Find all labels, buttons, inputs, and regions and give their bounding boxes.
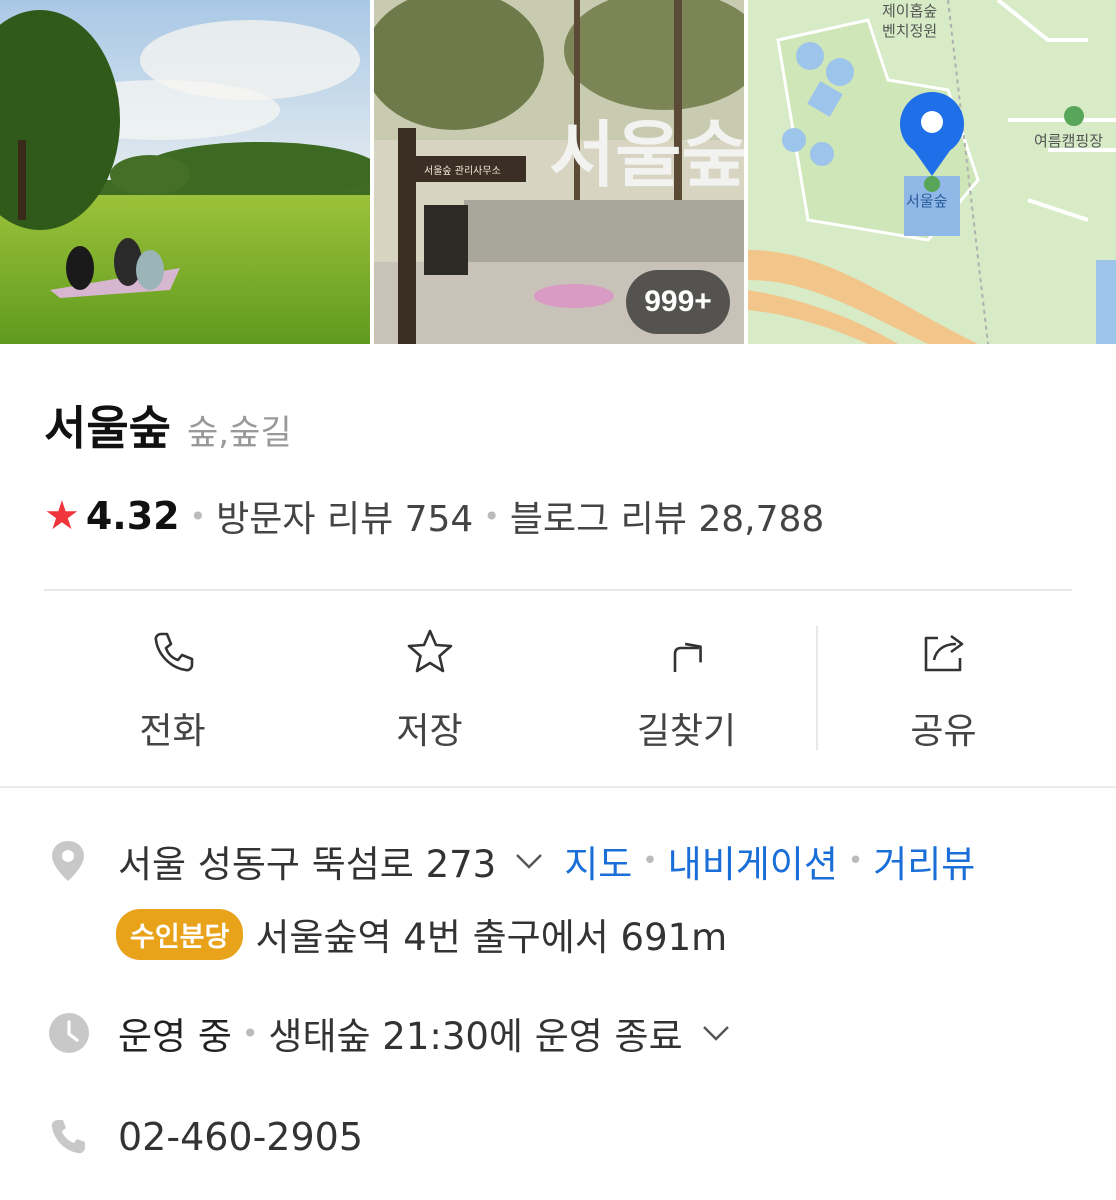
separator-dot: •: [189, 499, 207, 533]
rating-row: ★ 4.32 • 방문자 리뷰 754 • 블로그 리뷰 28,788: [44, 488, 824, 544]
subway-row: 수인분당 서울숲역 4번 출구에서 691m: [116, 904, 727, 964]
sign-text: 서울숲: [549, 113, 744, 197]
subway-distance: 서울숲역 4번 출구에서 691m: [255, 916, 728, 959]
rating-score: 4.32: [85, 494, 180, 538]
subway-line-badge: 수인분당: [116, 908, 244, 960]
mini-map[interactable]: 제이홉숲 벤치정원 여름캠핑장 서울숲: [748, 0, 1116, 344]
save-label: 저장: [396, 711, 463, 752]
map-label-top-2: 벤치정원: [882, 22, 937, 40]
place-category: 숲,숲길: [186, 413, 292, 453]
phone-number[interactable]: 02-460-2905: [118, 1115, 363, 1159]
divider: [0, 786, 1116, 788]
place-title-row: 서울숲 숲,숲길: [44, 392, 292, 462]
street-view-link[interactable]: 거리뷰: [873, 834, 975, 888]
chevron-down-icon[interactable]: [514, 852, 544, 870]
photo-park-lawn[interactable]: [0, 0, 370, 344]
place-name: 서울숲: [44, 401, 171, 455]
visitor-reviews-link[interactable]: 방문자 리뷰 754: [216, 490, 473, 542]
map-label-camping: 여름캠핑장: [1034, 132, 1103, 150]
star-outline-icon: [407, 629, 452, 673]
directions-button[interactable]: 길찾기: [558, 600, 815, 770]
photo-count-badge[interactable]: 999+: [626, 270, 730, 334]
chevron-down-icon[interactable]: [701, 1024, 731, 1042]
map-link[interactable]: 지도: [564, 834, 632, 888]
call-button[interactable]: 전화: [44, 600, 301, 770]
phone-icon: [51, 1120, 85, 1154]
star-icon: ★: [44, 493, 80, 539]
action-bar: 전화 저장 길찾기 공유: [44, 600, 1072, 770]
divider: [816, 626, 818, 750]
separator-dot: •: [483, 499, 500, 533]
save-button[interactable]: 저장: [301, 600, 558, 770]
divider: [44, 589, 1072, 591]
phone-icon: [154, 632, 193, 672]
separator-dot: •: [847, 846, 864, 876]
call-label: 전화: [139, 711, 206, 752]
hours-text: 생태숲 21:30에 운영 종료: [268, 1015, 683, 1058]
clock-icon: [49, 1013, 89, 1053]
share-button[interactable]: 공유: [815, 600, 1072, 770]
navigation-link[interactable]: 내비게이션: [668, 834, 838, 888]
hours-row[interactable]: 운영 중 • 생태숲 21:30에 운영 종료: [48, 1002, 751, 1064]
share-icon: [924, 634, 963, 672]
hours-status: 운영 중: [118, 1015, 232, 1058]
blog-reviews-link[interactable]: 블로그 리뷰 28,788: [510, 490, 824, 542]
photo-strip[interactable]: 서울숲 서울숲 관리사무소 999+ 제이홉숲 벤치정원 여름캠핑장 서울숲: [0, 0, 1116, 344]
map-label-top-1: 제이홉숲: [882, 2, 937, 20]
location-pin-icon: [52, 841, 84, 881]
address-text: 서울 성동구 뚝섬로 273: [118, 843, 497, 886]
directions-icon: [673, 642, 702, 672]
separator-dot: •: [241, 1016, 259, 1050]
signpost-text: 서울숲 관리사무소: [424, 165, 501, 177]
address-row: 서울 성동구 뚝섬로 273 지도 • 내비게이션 • 거리뷰: [48, 828, 975, 894]
separator-dot: •: [642, 846, 658, 876]
photo-seoul-forest-sign[interactable]: 서울숲 서울숲 관리사무소 999+: [374, 0, 744, 344]
share-label: 공유: [910, 711, 977, 752]
directions-label: 길찾기: [636, 711, 737, 752]
map-label-pin: 서울숲: [906, 192, 947, 210]
phone-row[interactable]: 02-460-2905: [48, 1106, 363, 1168]
